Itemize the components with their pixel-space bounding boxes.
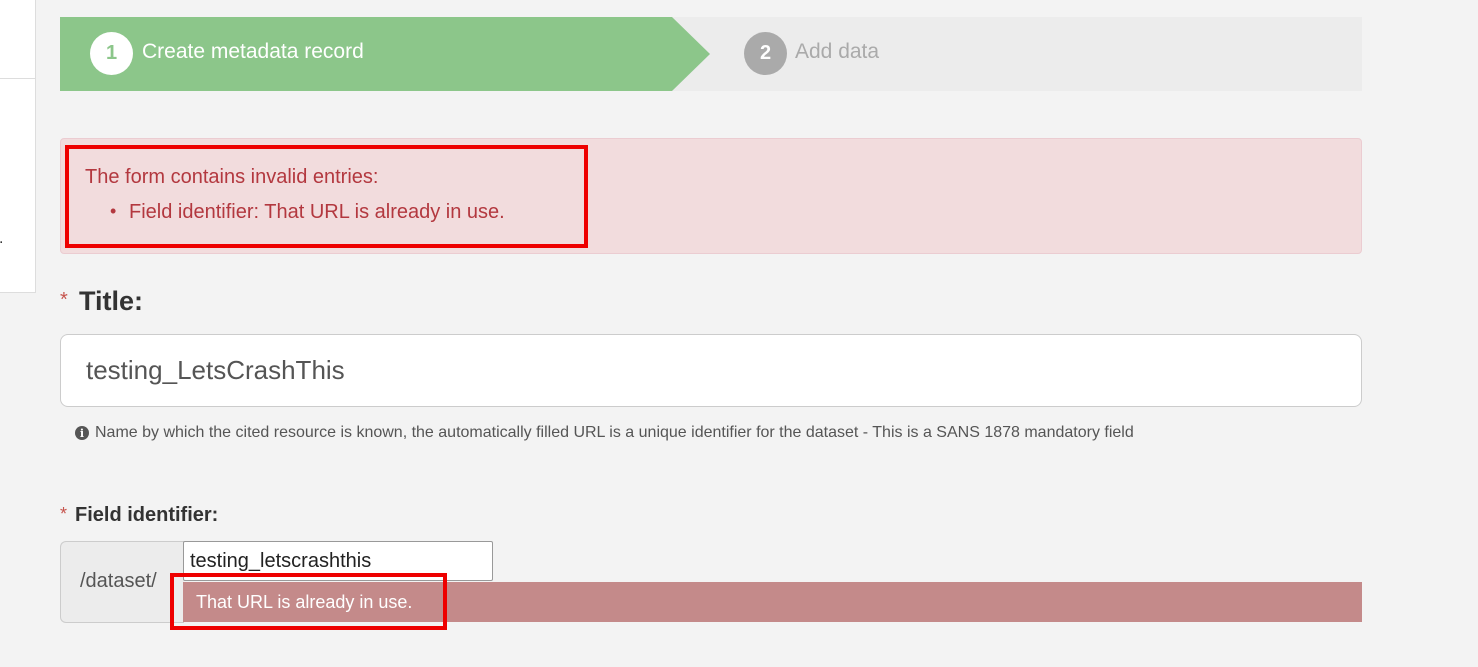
url-prefix-addon: /dataset/	[60, 541, 184, 623]
url-prefix-text: /dataset/	[80, 570, 157, 592]
identifier-required-mark: *	[60, 504, 68, 524]
title-info-text: Name by which the cited resource is know…	[95, 424, 1134, 441]
progress-stages: 1 Create metadata record 2 Add data	[60, 17, 1362, 91]
title-help-text: i Name by which the cited resource is kn…	[75, 424, 1134, 442]
stage-1-label: Create metadata record	[142, 40, 364, 63]
left-panel-text: .	[0, 230, 3, 248]
title-required-mark: *	[60, 289, 68, 311]
stage-2-label: Add data	[795, 40, 880, 63]
left-side-panel: .	[0, 0, 36, 293]
stage-2-number: 2	[744, 32, 787, 75]
left-panel-divider	[0, 78, 35, 79]
identifier-label: Field identifier:	[75, 504, 219, 526]
highlight-box-alert	[65, 145, 588, 248]
highlight-box-inline-error	[170, 573, 447, 630]
title-input[interactable]	[60, 334, 1362, 407]
stage-1-number: 1	[90, 32, 133, 75]
stage-arrow	[672, 17, 710, 91]
title-label: Title:	[79, 286, 144, 316]
info-circle-icon: i	[75, 426, 89, 440]
